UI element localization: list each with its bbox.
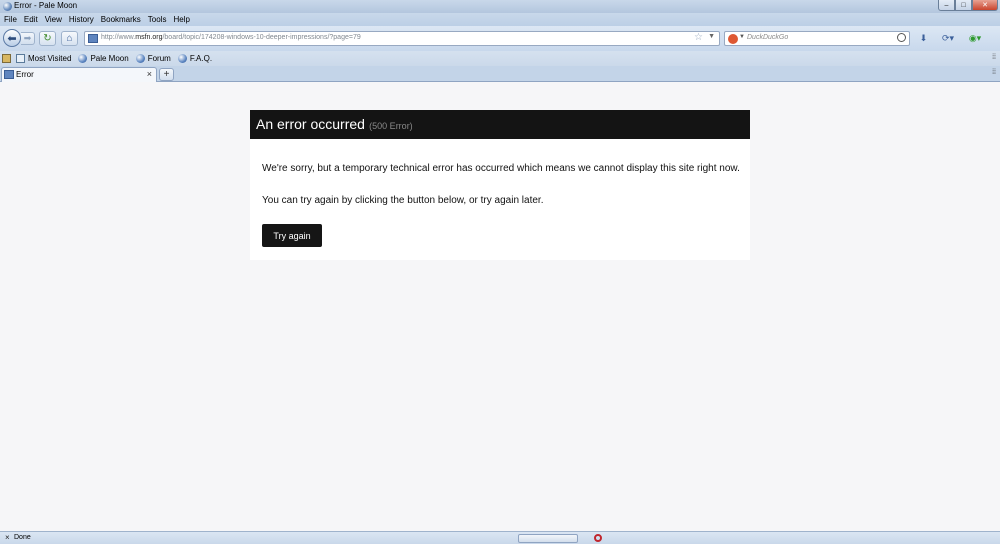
menu-view[interactable]: View: [41, 13, 65, 26]
most-visited-icon: [16, 54, 25, 63]
addon-icon: ◉▾: [968, 33, 982, 43]
menu-edit[interactable]: Edit: [20, 13, 41, 26]
forward-button[interactable]: ➡: [21, 32, 35, 45]
bookmarks-menu-icon[interactable]: [2, 54, 11, 63]
status-text: Done: [14, 534, 31, 541]
duckduckgo-icon[interactable]: [728, 34, 738, 44]
address-bar[interactable]: http://www.msfn.org/board/topic/174208-w…: [84, 31, 720, 46]
menu-file[interactable]: File: [0, 13, 20, 26]
url-text[interactable]: http://www.msfn.org/board/topic/174208-w…: [101, 34, 361, 41]
menu-bookmarks[interactable]: Bookmarks: [97, 13, 144, 26]
pale-moon-globe-icon: [78, 54, 88, 63]
menu-help[interactable]: Help: [169, 13, 192, 26]
bookmark-forum[interactable]: Forum: [134, 54, 171, 63]
menu-tools[interactable]: Tools: [144, 13, 170, 26]
close-button[interactable]: ✕: [972, 0, 998, 11]
back-button[interactable]: ⬅: [3, 29, 21, 47]
url-dropdown-icon[interactable]: ▼: [708, 33, 715, 40]
addon-button[interactable]: ◉▾: [963, 31, 987, 46]
download-button[interactable]: ⬇: [915, 31, 932, 46]
plus-icon: +: [163, 69, 170, 80]
bookmark-faq[interactable]: F.A.Q.: [176, 54, 212, 63]
download-icon: ⬇: [919, 33, 928, 43]
bookmark-star-icon[interactable]: ☆: [694, 32, 703, 43]
bookmarks-toolbar: Most Visited Pale Moon Forum F.A.Q. ⁞⁞: [0, 51, 1000, 66]
error-header: An error occurred (500 Error): [250, 110, 750, 139]
new-tab-button[interactable]: +: [159, 68, 174, 81]
faq-globe-icon: [177, 54, 187, 63]
search-engine-dropdown-icon[interactable]: ▼: [739, 34, 745, 40]
sync-icon: ⟳▾: [941, 33, 955, 43]
menu-history[interactable]: History: [65, 13, 97, 26]
bookmark-most-visited[interactable]: Most Visited: [14, 54, 71, 63]
window-controls: – □ ✕: [938, 0, 998, 12]
pale-moon-icon: [3, 2, 12, 11]
tab-bar: Error × + ⁞⁞: [0, 66, 1000, 82]
error-code: (500 Error): [369, 121, 413, 131]
home-button[interactable]: ⌂: [61, 31, 78, 46]
tab-close-icon[interactable]: ×: [147, 69, 152, 79]
error-message: We're sorry, but a temporary technical e…: [262, 163, 740, 174]
error-panel: An error occurred (500 Error) We're sorr…: [250, 110, 750, 260]
navigation-toolbar: ⬅ ➡ ↻ ⌂ http://www.msfn.org/board/topic/…: [0, 26, 1000, 51]
status-addon-icon[interactable]: [594, 534, 602, 542]
search-icon[interactable]: [897, 33, 906, 42]
site-favicon-icon: [88, 34, 98, 43]
menu-bar: File Edit View History Bookmarks Tools H…: [0, 13, 1000, 26]
title-bar: Error - Pale Moon – □ ✕: [0, 0, 1000, 13]
error-title: An error occurred: [256, 116, 365, 132]
tab-error[interactable]: Error ×: [1, 67, 157, 82]
status-close-icon[interactable]: ×: [5, 533, 10, 542]
tab-favicon-icon: [4, 70, 14, 79]
reload-icon: ↻: [43, 33, 52, 44]
tab-label: Error: [16, 70, 34, 79]
forum-globe-icon: [135, 54, 145, 63]
search-input[interactable]: DuckDuckGo: [747, 34, 788, 41]
status-bar: × Done: [0, 531, 1000, 544]
back-arrow-icon: ⬅: [7, 32, 17, 45]
tab-grip-icon[interactable]: ⁞⁞: [992, 69, 996, 76]
reload-button[interactable]: ↻: [39, 31, 56, 46]
sync-button[interactable]: ⟳▾: [936, 31, 960, 46]
page-content: An error occurred (500 Error) We're sorr…: [0, 82, 1000, 531]
maximize-button[interactable]: □: [955, 0, 972, 11]
forward-arrow-icon: ➡: [23, 33, 32, 43]
home-icon: ⌂: [66, 33, 73, 44]
progress-bar: [518, 534, 578, 543]
window-title: Error - Pale Moon: [14, 1, 78, 10]
toolbar-grip-icon[interactable]: ⁞⁞: [992, 54, 996, 61]
search-bar[interactable]: ▼ DuckDuckGo: [724, 31, 910, 46]
minimize-button[interactable]: –: [938, 0, 955, 11]
retry-instructions: You can try again by clicking the button…: [262, 195, 544, 206]
bookmark-pale-moon[interactable]: Pale Moon: [76, 54, 129, 63]
try-again-button[interactable]: Try again: [262, 224, 322, 247]
